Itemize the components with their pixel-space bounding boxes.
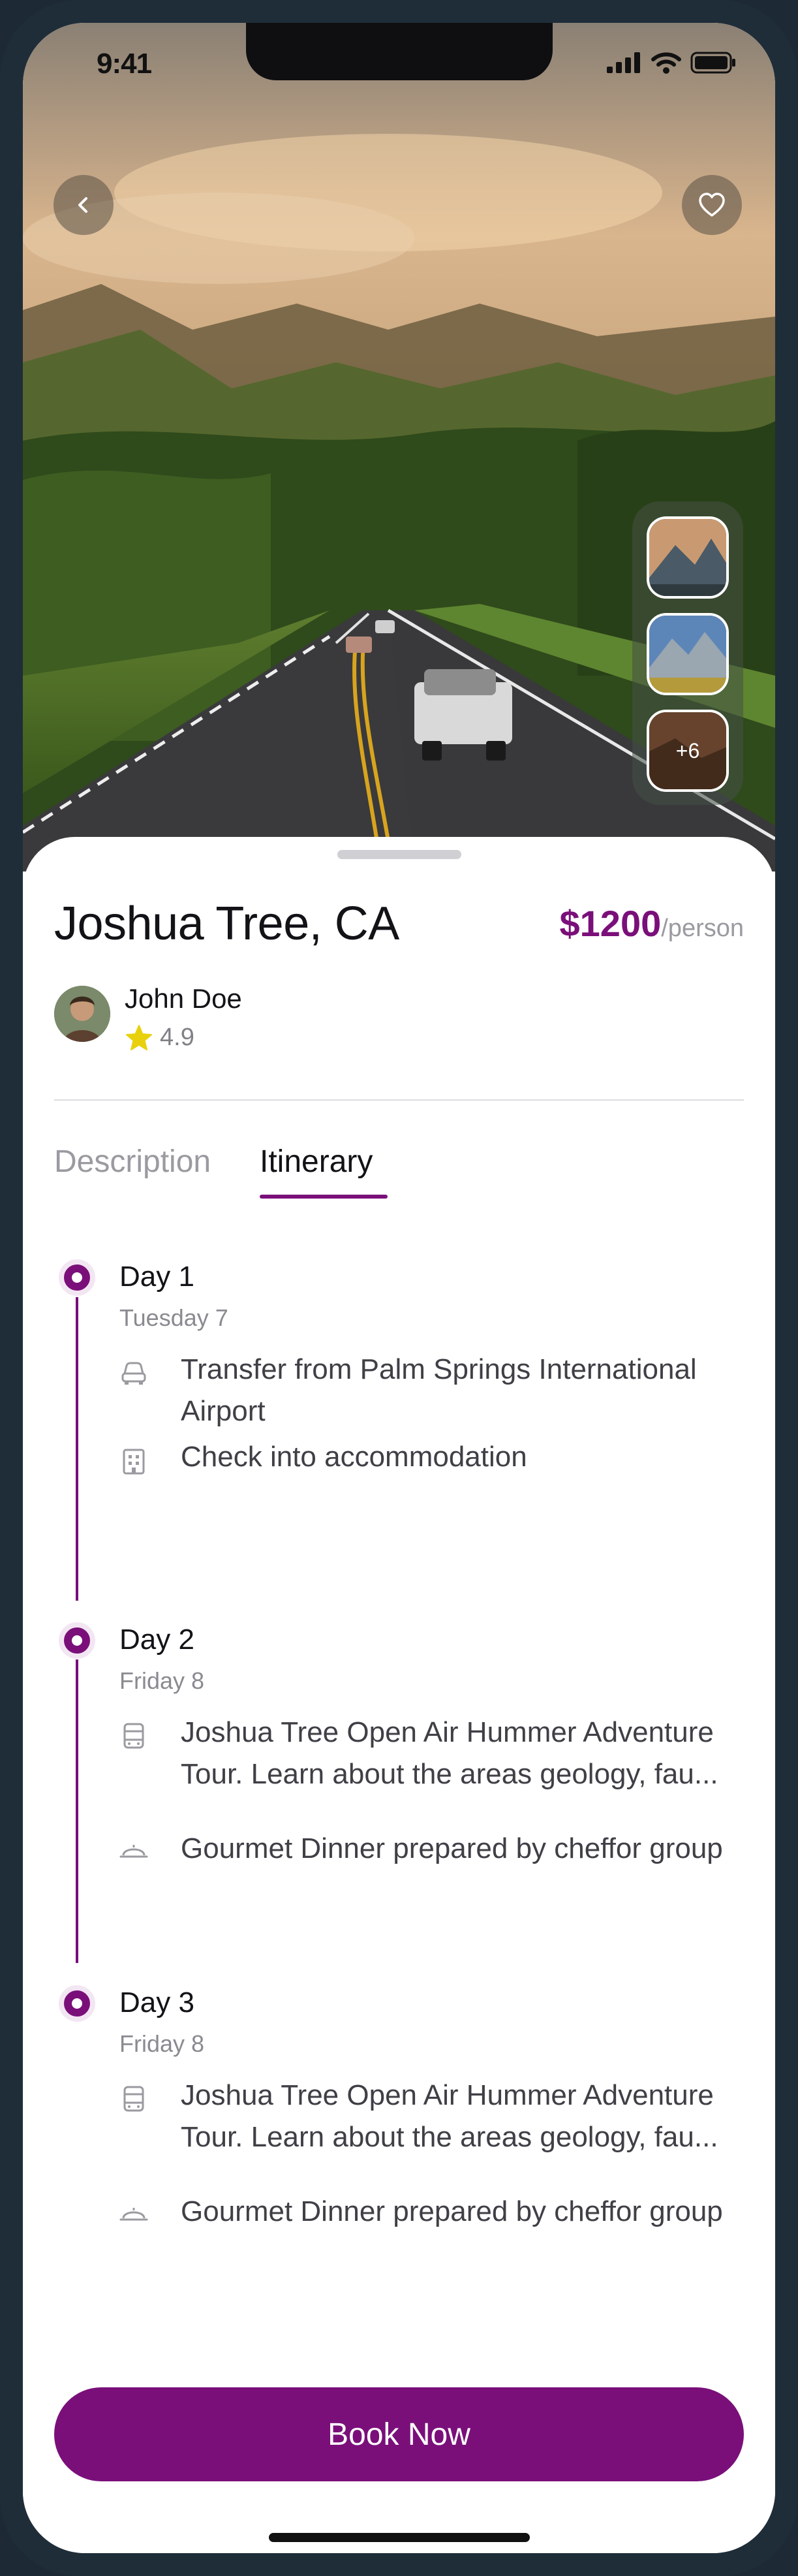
- back-button[interactable]: [54, 175, 114, 235]
- bus-icon: [119, 1722, 148, 1751]
- activity-text: Gourmet Dinner prepared by cheffor group: [181, 1832, 723, 1864]
- hero-photo: 9:41 +6: [23, 23, 775, 872]
- photo-thumbnails: +6: [632, 501, 743, 805]
- host-name: John Doe: [125, 983, 242, 1014]
- day-title: Day 2: [119, 1624, 194, 1656]
- camera-notch: [246, 23, 553, 80]
- building-icon: [119, 1447, 148, 1476]
- timeline-dot: [59, 1622, 95, 1659]
- active-tab-indicator: [260, 1195, 388, 1199]
- price-amount: $1200: [559, 903, 662, 944]
- bus-icon: [119, 2085, 148, 2114]
- car-icon: [119, 1359, 148, 1388]
- timeline-line: [76, 1659, 78, 1963]
- more-photos-count: +6: [649, 712, 726, 789]
- thumbnail-more[interactable]: +6: [647, 710, 729, 792]
- price-unit: /person: [661, 915, 744, 942]
- day-title: Day 3: [119, 1987, 194, 2018]
- trip-title: Joshua Tree, CA: [54, 898, 399, 950]
- book-now-button[interactable]: Book Now: [54, 2387, 744, 2481]
- cloche-icon: [119, 2199, 148, 2227]
- cloche-icon: [119, 1836, 148, 1864]
- day-title: Day 1: [119, 1261, 194, 1293]
- activity-text: Transfer from Palm Springs International…: [181, 1353, 697, 1427]
- star-icon: [126, 1024, 152, 1050]
- activity-text: Joshua Tree Open Air Hummer Adventure To…: [181, 1716, 718, 1790]
- timeline-line: [76, 1297, 78, 1601]
- favorite-button[interactable]: [682, 175, 742, 235]
- timeline-dot: [59, 1259, 95, 1296]
- host-rating: 4.9: [125, 1024, 194, 1052]
- day-date: Friday 8: [119, 2030, 205, 2057]
- avatar-image: [54, 986, 110, 1042]
- tab-description[interactable]: Description: [54, 1144, 211, 1180]
- timeline-dot: [59, 1985, 95, 2022]
- details-sheet: Joshua Tree, CA $1200/person John Doe 4.…: [23, 837, 775, 2553]
- rating-value: 4.9: [160, 1024, 194, 1051]
- signal-icon: [607, 52, 640, 73]
- mountain-thumbnail-image: [649, 519, 726, 596]
- status-time: 9:41: [97, 48, 152, 80]
- screen: 9:41 +6 Joshua Tree, CA $1200/person Joh…: [23, 23, 775, 2553]
- status-icons: [607, 52, 736, 74]
- activity-text: Check into accommodation: [181, 1441, 527, 1473]
- thumbnail-2[interactable]: [647, 613, 729, 695]
- phone-frame: 9:41 +6 Joshua Tree, CA $1200/person Joh…: [0, 0, 798, 2576]
- heart-icon: [699, 193, 725, 217]
- divider: [54, 1099, 744, 1101]
- wifi-icon: [651, 52, 681, 74]
- day-date: Tuesday 7: [119, 1304, 228, 1331]
- activity-text: Gourmet Dinner prepared by cheffor group: [181, 2195, 723, 2227]
- trip-price: $1200/person: [560, 902, 744, 945]
- battery-icon: [690, 52, 735, 74]
- home-indicator[interactable]: [269, 2533, 530, 2542]
- alpine-thumbnail-image: [649, 616, 726, 693]
- thumbnail-1[interactable]: [647, 516, 729, 599]
- sheet-grabber[interactable]: [337, 850, 461, 859]
- tab-itinerary[interactable]: Itinerary: [260, 1144, 373, 1180]
- day-date: Friday 8: [119, 1667, 205, 1694]
- chevron-left-icon: [78, 197, 87, 213]
- host-avatar[interactable]: [54, 986, 110, 1042]
- activity-text: Joshua Tree Open Air Hummer Adventure To…: [181, 2079, 718, 2153]
